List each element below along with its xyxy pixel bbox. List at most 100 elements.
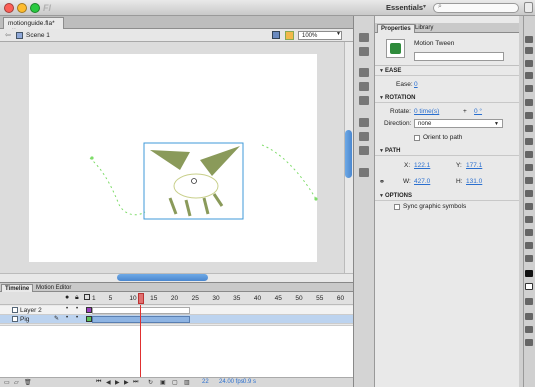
hand-tool-icon[interactable] [525, 242, 533, 249]
transform-icon[interactable] [359, 96, 369, 105]
section-rotation[interactable]: ROTATION [375, 93, 520, 103]
frame-rate-readout[interactable]: 24.00 fps [219, 379, 244, 385]
visibility-dot[interactable]: • [66, 306, 68, 312]
code-snippets-icon[interactable] [359, 118, 369, 127]
lock-dot[interactable]: • [76, 306, 78, 312]
3d-rotation-tool-icon[interactable] [525, 72, 533, 79]
chevron-down-icon[interactable]: ▼ [379, 193, 384, 199]
tab-motion-editor[interactable]: Motion Editor [33, 284, 74, 292]
visibility-dot[interactable]: • [66, 315, 68, 321]
x-value[interactable]: 122.1 [414, 162, 430, 169]
free-transform-tool-icon[interactable] [525, 60, 533, 67]
fill-color-icon[interactable] [525, 283, 533, 290]
transform-point[interactable] [191, 178, 197, 184]
zoom-tool-icon[interactable] [525, 255, 533, 262]
guide-frame-span[interactable] [92, 307, 190, 314]
motion-presets-icon[interactable] [359, 146, 369, 155]
ease-value[interactable]: 0 [414, 81, 418, 88]
orient-to-path-checkbox[interactable] [414, 135, 420, 141]
section-options[interactable]: OPTIONS [375, 191, 520, 201]
frame-ruler[interactable]: 1 5 10 15 20 25 30 35 40 45 50 55 60 [90, 293, 353, 304]
onion-outline-icon[interactable]: ▢ [172, 379, 178, 386]
section-path[interactable]: PATH [375, 146, 520, 156]
info-icon[interactable] [359, 82, 369, 91]
layer-name[interactable]: Layer 2 [20, 307, 42, 314]
rotate-times-value[interactable]: 0 time(s) [414, 108, 439, 115]
window-resize-icon[interactable] [524, 2, 533, 13]
path-anchor[interactable] [90, 156, 94, 160]
current-frame-readout[interactable]: 22 [202, 379, 209, 385]
loop-icon[interactable]: ↻ [148, 379, 153, 386]
history-icon[interactable] [359, 33, 369, 42]
tab-properties[interactable]: Properties [377, 24, 415, 33]
components-icon[interactable] [359, 132, 369, 141]
first-frame-icon[interactable]: ⏮ [96, 379, 101, 386]
lock-icon[interactable]: 🔒︎ [75, 294, 79, 302]
eyedropper-tool-icon[interactable] [525, 216, 533, 223]
vertical-scroll-thumb[interactable] [345, 130, 352, 178]
frame-number: 60 [336, 295, 345, 302]
pen-tool-icon[interactable] [525, 99, 533, 106]
color-icon[interactable] [359, 68, 369, 77]
chevron-down-icon[interactable]: ▼ [379, 68, 384, 74]
link-icon[interactable]: ⚭ [379, 178, 385, 186]
direction-select[interactable]: none ▼ [414, 119, 503, 128]
lasso-tool-icon[interactable] [525, 85, 533, 92]
instance-name-input[interactable] [414, 52, 504, 61]
new-layer-icon[interactable]: ▭ [4, 379, 10, 386]
smooth-icon[interactable] [525, 326, 533, 333]
tab-library[interactable]: Library [412, 24, 436, 32]
last-frame-icon[interactable]: ⏭ [133, 379, 138, 386]
h-label: H: [456, 178, 463, 185]
w-value[interactable]: 427.0 [414, 178, 430, 185]
straighten-icon[interactable] [525, 339, 533, 346]
path-anchor[interactable] [314, 197, 318, 201]
step-back-icon[interactable]: ◀ [106, 379, 111, 386]
eye-icon[interactable]: ● [65, 294, 69, 301]
chevron-down-icon: ▼ [494, 121, 499, 127]
rectangle-tool-icon[interactable] [525, 138, 533, 145]
rotate-degrees-value[interactable]: 0 ° [474, 108, 482, 115]
chevron-down-icon[interactable]: ▼ [379, 148, 384, 154]
horizontal-scroll-thumb[interactable] [117, 274, 208, 281]
elapsed-time-readout: 0.9 s [243, 379, 257, 385]
help-search-input[interactable] [433, 3, 519, 13]
rotate-label: Rotate: [390, 108, 411, 115]
chevron-down-icon[interactable]: ▼ [379, 95, 384, 101]
paint-bucket-tool-icon[interactable] [525, 203, 533, 210]
lock-dot[interactable]: • [76, 315, 78, 321]
tween-frame-span[interactable] [92, 316, 190, 323]
text-tool-icon[interactable] [525, 112, 533, 119]
y-value[interactable]: 177.1 [466, 162, 482, 169]
pencil-icon[interactable]: ✎ [54, 315, 59, 322]
step-forward-icon[interactable]: ▶ [124, 379, 129, 386]
pencil-tool-icon[interactable] [525, 151, 533, 158]
workspace-switcher[interactable]: Essentials [386, 3, 423, 12]
layer-name[interactable]: Pig [20, 316, 29, 323]
tab-timeline[interactable]: Timeline [1, 284, 34, 292]
play-icon[interactable]: ▶ [115, 379, 120, 386]
edit-multiple-frames-icon[interactable]: ▥ [184, 379, 190, 386]
bone-tool-icon[interactable] [525, 190, 533, 197]
delete-layer-icon[interactable]: 🗑︎ [24, 379, 32, 386]
subselection-tool-icon[interactable] [525, 47, 533, 54]
h-value[interactable]: 131.0 [466, 178, 482, 185]
deco-tool-icon[interactable] [525, 177, 533, 184]
snap-icon[interactable] [525, 313, 533, 320]
new-folder-icon[interactable]: ▱ [14, 379, 19, 386]
sync-symbols-checkbox[interactable] [394, 204, 400, 210]
workspace-dropdown-arrow[interactable]: ▾ [423, 3, 426, 10]
stroke-color-icon[interactable] [525, 270, 533, 277]
swap-colors-icon[interactable] [525, 298, 533, 305]
frame-number: 25 [191, 295, 199, 302]
line-tool-icon[interactable] [525, 125, 533, 132]
frame-number: 45 [274, 295, 282, 302]
project-icon[interactable] [359, 168, 369, 177]
playhead[interactable] [138, 293, 144, 304]
selection-tool-icon[interactable] [525, 36, 533, 43]
brush-tool-icon[interactable] [525, 164, 533, 171]
eraser-tool-icon[interactable] [525, 229, 533, 236]
section-ease[interactable]: EASE [375, 66, 520, 76]
align-icon[interactable] [359, 47, 369, 56]
onion-skin-icon[interactable]: ▣ [160, 379, 166, 386]
